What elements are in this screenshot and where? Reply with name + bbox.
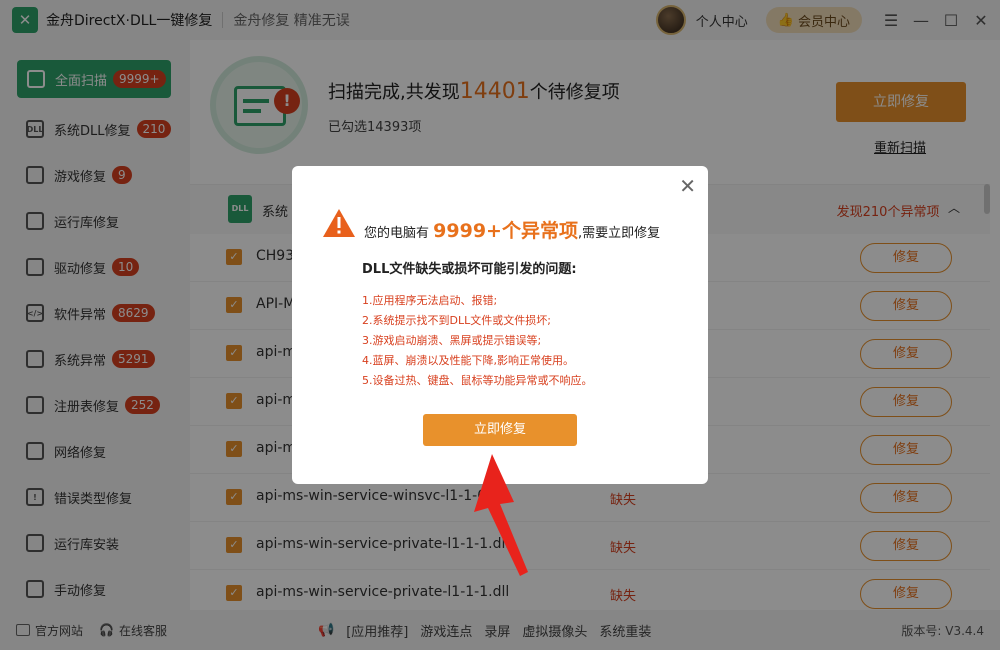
list-item: 1.应用程序无法启动、报错;: [362, 294, 498, 307]
dialog-headline: 您的电脑有 9999+个异常项,需要立即修复: [364, 216, 660, 243]
dialog-headline-prefix: 您的电脑有: [364, 226, 430, 241]
close-icon[interactable]: ✕: [679, 174, 696, 198]
list-item: 3.游戏启动崩溃、黑屏或提示错误等;: [362, 334, 542, 347]
dialog-repair-now-button[interactable]: 立即修复: [423, 414, 577, 446]
warning-triangle-icon: [323, 209, 355, 237]
list-item: 5.设备过热、键盘、鼠标等功能异常或不响应。: [362, 374, 593, 387]
dialog-subtitle: DLL文件缺失或损坏可能引发的问题:: [362, 262, 577, 277]
list-item: 2.系统提示找不到DLL文件或文件损坏;: [362, 314, 551, 327]
list-item: 4.蓝屏、崩溃以及性能下降,影响正常使用。: [362, 354, 574, 367]
alert-dialog: ✕ 您的电脑有 9999+个异常项,需要立即修复 DLL文件缺失或损坏可能引发的…: [292, 166, 708, 484]
dialog-anomaly-count: 9999+个异常项: [433, 220, 578, 242]
dialog-headline-suffix: ,需要立即修复: [577, 226, 661, 241]
red-arrow-pointer: [474, 454, 528, 576]
problem-list: 1.应用程序无法启动、报错; 2.系统提示找不到DLL文件或文件损坏; 3.游戏…: [362, 291, 593, 391]
